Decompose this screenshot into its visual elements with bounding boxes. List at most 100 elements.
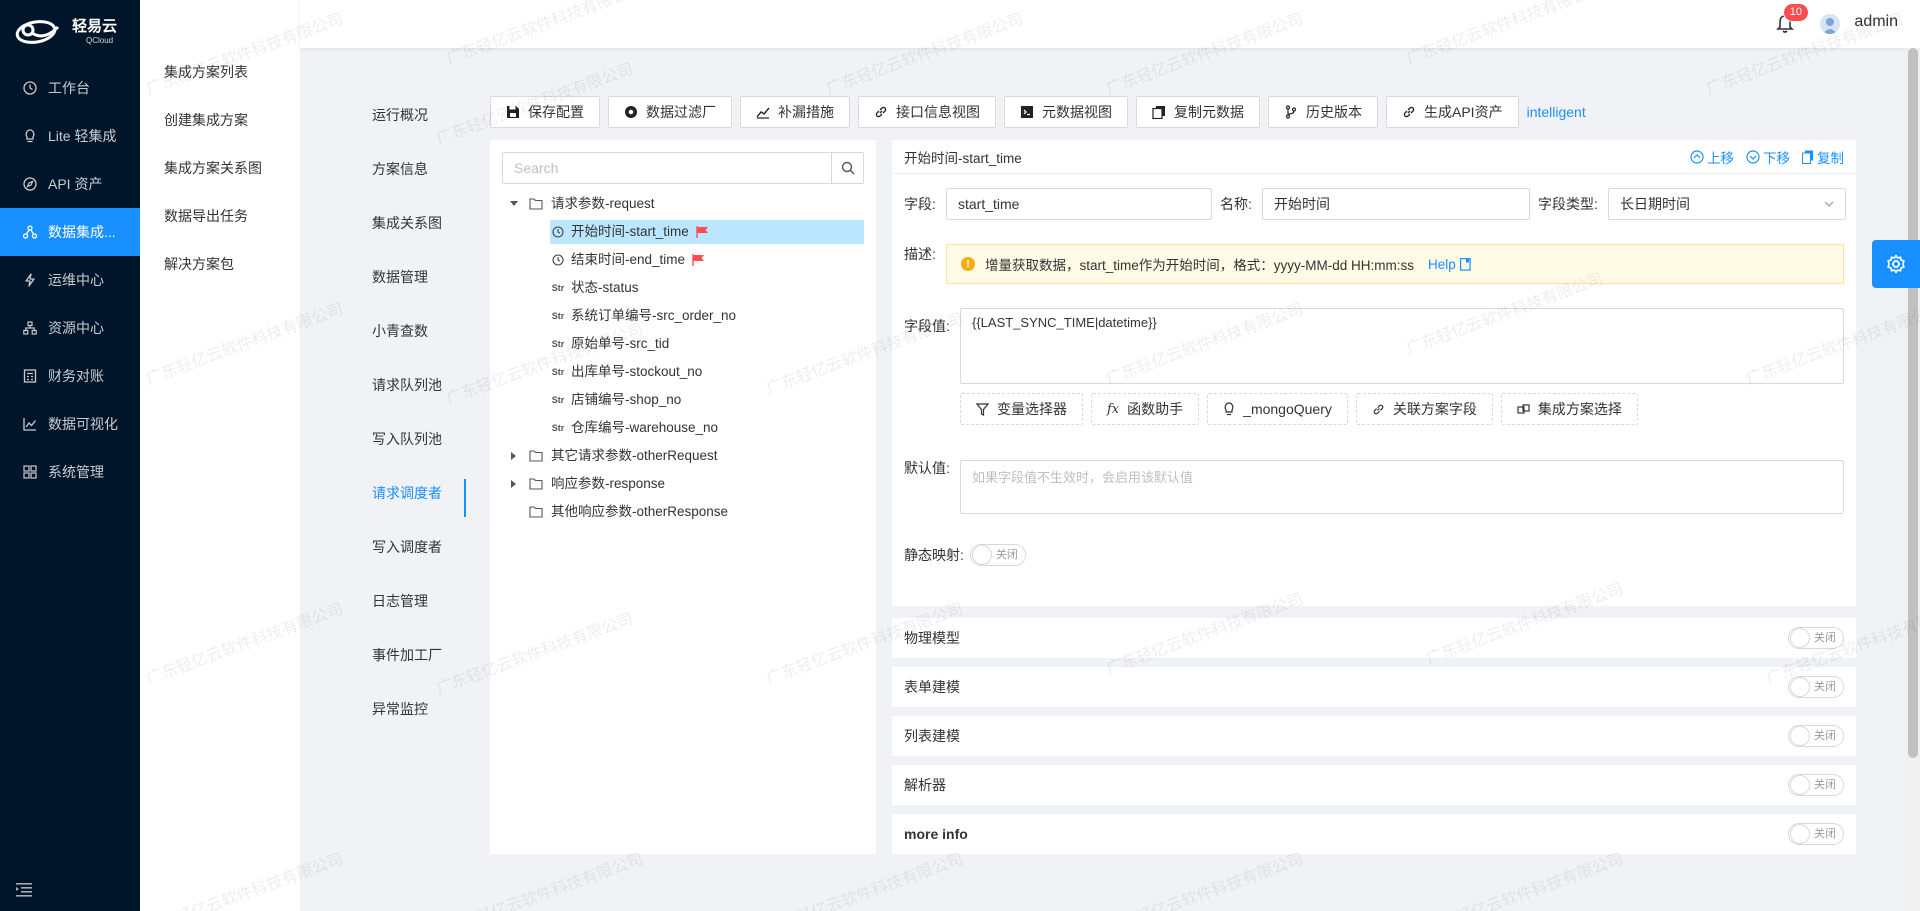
tab-3[interactable]: 数据管理 (360, 252, 466, 306)
tab-9[interactable]: 日志管理 (360, 576, 466, 630)
tree-node[interactable]: 结束时间-end_time (502, 246, 864, 274)
search-button[interactable] (831, 153, 863, 183)
subnav-item-3[interactable]: 数据导出任务 (140, 198, 300, 246)
move-down-button[interactable]: 下移 (1746, 147, 1790, 167)
toolbar-button-6[interactable]: 历史版本 (1268, 96, 1378, 128)
section-switch[interactable]: 关闭 (1788, 823, 1844, 845)
scrollbar-thumb[interactable] (1908, 48, 1918, 758)
toolbar-button-7[interactable]: 生成API资产 (1386, 96, 1519, 128)
field-tree-panel: 请求参数-request 开始时间-start_time 结束时间-end_time… (490, 140, 876, 854)
tree-node-content: Str 出库单号-stockout_no (550, 360, 864, 384)
default-label: 默认值: (904, 460, 950, 476)
helper-button-2[interactable]: _mongoQuery (1207, 393, 1348, 425)
value-textarea[interactable]: {{LAST_SYNC_TIME|datetime}} (960, 308, 1844, 384)
collapse-section-2[interactable]: 列表建模 关闭 (892, 716, 1856, 756)
help-link[interactable]: Help (1428, 257, 1471, 272)
sidebar-item-4[interactable]: 运维中心 (0, 256, 140, 304)
tab-2[interactable]: 集成关系图 (360, 198, 466, 252)
field-input[interactable]: start_time (946, 188, 1212, 220)
filter-icon (976, 402, 989, 416)
tree-node[interactable]: 请求参数-request (502, 190, 864, 218)
tree-node[interactable]: Str 仓库编号-warehouse_no (502, 414, 864, 442)
sidebar-item-0[interactable]: 工作台 (0, 64, 140, 112)
tab-10[interactable]: 事件加工厂 (360, 630, 466, 684)
sidebar-item-3[interactable]: 数据集成... (0, 208, 140, 256)
app-logo[interactable]: 轻易云 QCloud (0, 0, 140, 64)
tab-7[interactable]: 请求调度者 (360, 468, 466, 522)
sidebar-item-6[interactable]: 财务对账 (0, 352, 140, 400)
caret-right-icon[interactable] (502, 452, 526, 460)
tab-0[interactable]: 运行概况 (360, 90, 466, 144)
toolbar-button-4[interactable]: 元数据视图 (1004, 96, 1128, 128)
tab-6[interactable]: 写入队列池 (360, 414, 466, 468)
subnav-item-4[interactable]: 解决方案包 (140, 246, 300, 294)
subnav-item-1[interactable]: 创建集成方案 (140, 102, 300, 150)
section-switch[interactable]: 关闭 (1788, 627, 1844, 649)
toolbar-button-3[interactable]: 接口信息视图 (858, 96, 996, 128)
sidebar-item-2[interactable]: API 资产 (0, 160, 140, 208)
section-switch[interactable]: 关闭 (1788, 676, 1844, 698)
sidebar-item-5[interactable]: 资源中心 (0, 304, 140, 352)
section-switch[interactable]: 关闭 (1788, 774, 1844, 796)
toolbar-button-2[interactable]: 补漏措施 (740, 96, 850, 128)
tab-8[interactable]: 写入调度者 (360, 522, 466, 576)
switch-text: 关闭 (1814, 632, 1836, 644)
name-input[interactable]: 开始时间 (1262, 188, 1530, 220)
tree-node[interactable]: Str 系统订单编号-src_order_no (502, 302, 864, 330)
clock-icon (550, 226, 566, 238)
tree-node[interactable]: 其它请求参数-otherRequest (502, 442, 864, 470)
collapse-section-1[interactable]: 表单建模 关闭 (892, 667, 1856, 707)
tree-node[interactable]: 其他响应参数-otherResponse (502, 498, 864, 526)
helper-button-1[interactable]: fx 函数助手 (1091, 393, 1200, 425)
copy-button[interactable]: 复制 (1802, 147, 1844, 167)
section-switch[interactable]: 关闭 (1788, 725, 1844, 747)
username[interactable]: admin (1854, 13, 1898, 31)
collapse-section-3[interactable]: 解析器 关闭 (892, 765, 1856, 805)
toolbar-button-1[interactable]: 数据过滤厂 (608, 96, 732, 128)
static-mapping-switch[interactable]: 关闭 (969, 544, 1026, 566)
helper-button-4[interactable]: 集成方案选择 (1500, 393, 1638, 425)
default-textarea[interactable]: 如果字段值不生效时，会启用该默认值 (960, 460, 1844, 514)
toolbar-button-5[interactable]: 复制元数据 (1136, 96, 1260, 128)
helper-button-0[interactable]: 变量选择器 (960, 393, 1083, 425)
tree-node[interactable]: Str 原始单号-src_tid (502, 330, 864, 358)
desc-label: 描述: (904, 246, 936, 262)
tab-11[interactable]: 异常监控 (360, 684, 466, 738)
main-sidebar: 轻易云 QCloud 工作台 Lite 轻集成 API 资产 数据集成... 运维中心资… (0, 0, 140, 911)
caret-right-icon[interactable] (502, 480, 526, 488)
tree-node-label: 状态-status (571, 280, 639, 295)
subnav-item-2[interactable]: 集成方案关系图 (140, 150, 300, 198)
tab-5[interactable]: 请求队列池 (360, 360, 466, 414)
intelligent-link[interactable]: intelligent (1527, 104, 1586, 120)
tab-4[interactable]: 小青查数 (360, 306, 466, 360)
tree-node[interactable]: Str 店铺编号-shop_no (502, 386, 864, 414)
search-input[interactable] (503, 153, 831, 183)
toolbar-button-0[interactable]: 保存配置 (490, 96, 600, 128)
menu-fold-icon[interactable] (16, 883, 32, 897)
collapse-section-4[interactable]: more info 关闭 (892, 814, 1856, 854)
caret-down-icon[interactable] (502, 201, 526, 207)
copy-icon (1152, 105, 1166, 119)
sidebar-item-7[interactable]: 数据可视化 (0, 400, 140, 448)
tree-node-label: 开始时间-start_time (571, 224, 689, 239)
subnav-item-0[interactable]: 集成方案列表 (140, 54, 300, 102)
string-type-icon: Str (551, 339, 565, 349)
folder-icon (526, 450, 546, 462)
section-title: more info (904, 826, 968, 842)
tab-1[interactable]: 方案信息 (360, 144, 466, 198)
sidebar-item-8[interactable]: 系统管理 (0, 448, 140, 496)
helper-button-3[interactable]: 关联方案字段 (1355, 393, 1493, 425)
avatar[interactable] (1820, 14, 1840, 34)
move-up-button[interactable]: 上移 (1690, 147, 1734, 167)
settings-button[interactable] (1872, 240, 1920, 288)
copy-label: 复制 (1817, 150, 1844, 166)
description-text: 增量获取数据，start_time作为开始时间，格式：yyyy-MM-dd HH… (985, 258, 1415, 273)
tree-node[interactable]: 响应参数-response (502, 470, 864, 498)
collapse-section-0[interactable]: 物理模型 关闭 (892, 618, 1856, 658)
tree-node[interactable]: 开始时间-start_time (502, 218, 864, 246)
type-select[interactable]: 长日期时间 (1608, 188, 1846, 220)
tree-node[interactable]: Str 状态-status (502, 274, 864, 302)
sidebar-item-1[interactable]: Lite 轻集成 (0, 112, 140, 160)
string-type-icon: Str (551, 311, 565, 321)
tree-node[interactable]: Str 出库单号-stockout_no (502, 358, 864, 386)
